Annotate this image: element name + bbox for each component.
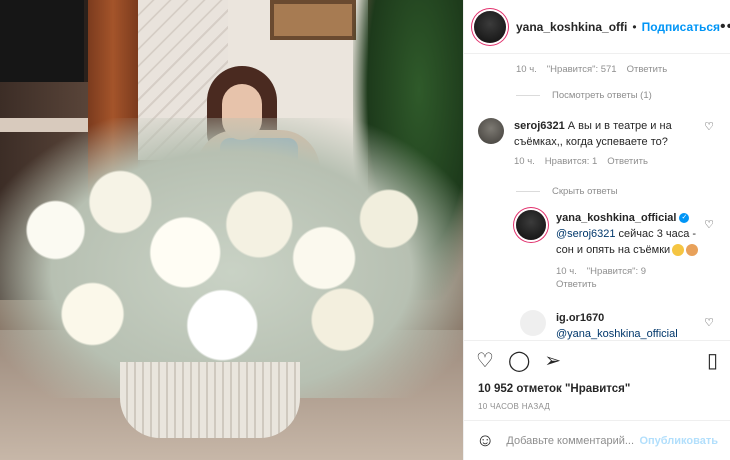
- add-comment-bar: ☺ Добавьте комментарий... Опубликовать: [464, 420, 730, 460]
- comment-time: 10 ч.: [516, 64, 537, 75]
- heart-icon[interactable]: ♡: [476, 351, 494, 371]
- view-replies-label: Посмотреть ответы (1): [552, 90, 652, 101]
- share-icon[interactable]: ➢: [544, 351, 561, 371]
- author-avatar[interactable]: [474, 10, 506, 43]
- reply-button[interactable]: Ответить: [556, 279, 597, 290]
- emoji-icon[interactable]: ☺: [476, 430, 494, 451]
- previous-comment-meta: 10 ч. "Нравится": 571 Ответить: [516, 64, 667, 75]
- comment-username[interactable]: ig.or1670: [556, 312, 604, 324]
- comment-like-heart-icon[interactable]: ♡: [704, 120, 714, 133]
- comment-igor: ig.or1670 @yana_koshkina_official ♡: [520, 310, 720, 340]
- photo-tv: [0, 0, 88, 82]
- comment-likes[interactable]: "Нравится": 571: [547, 64, 617, 75]
- reply-time: 10 ч.: [556, 266, 577, 277]
- photo-flower-bouquet: [0, 118, 463, 398]
- post-actions: ♡ ◯ ➢ ▯: [464, 340, 730, 380]
- view-replies-button[interactable]: Посмотреть ответы (1): [516, 90, 652, 101]
- flexed-bicep-emoji-icon: [686, 244, 699, 257]
- reply-author: yana_koshkina_official ✓ @seroj6321 сейча…: [516, 210, 720, 290]
- post-header: yana_koshkina_offi • Подписаться •••: [464, 0, 730, 54]
- post-timestamp[interactable]: 10 часов назад: [464, 398, 730, 420]
- verified-badge-icon: ✓: [679, 213, 690, 224]
- comment-mention[interactable]: @yana_koshkina_official: [556, 328, 678, 340]
- comment-time: 10 ч.: [514, 156, 535, 167]
- reply-body: yana_koshkina_official ✓ @seroj6321 сейча…: [556, 210, 700, 258]
- photo-picture-frame: [270, 0, 356, 40]
- author-username[interactable]: yana_koshkina_offi: [516, 20, 627, 34]
- reply-like-heart-icon[interactable]: ♡: [704, 218, 714, 231]
- comment-username[interactable]: seroj6321: [514, 120, 565, 132]
- reply-button[interactable]: Ответить: [627, 64, 668, 75]
- post-photo[interactable]: [0, 0, 463, 460]
- comment-likes[interactable]: Нравится: 1: [545, 156, 597, 167]
- likes-count[interactable]: 10 952 отметок "Нравится": [464, 380, 730, 398]
- comment-input[interactable]: Добавьте комментарий...: [506, 435, 639, 447]
- post-side-panel: yana_koshkina_offi • Подписаться ••• 10 …: [463, 0, 730, 460]
- instagram-post: yana_koshkina_offi • Подписаться ••• 10 …: [0, 0, 730, 460]
- reply-author-avatar[interactable]: [516, 210, 546, 240]
- reply-button[interactable]: Ответить: [607, 156, 648, 167]
- comment-meta: 10 ч. Нравится: 1 Ответить: [514, 156, 720, 167]
- reply-likes[interactable]: "Нравится": 9: [587, 266, 646, 277]
- comment-icon[interactable]: ◯: [508, 351, 530, 371]
- comment-like-heart-icon[interactable]: ♡: [704, 316, 714, 329]
- bookmark-icon[interactable]: ▯: [707, 351, 718, 371]
- reply-mention[interactable]: @seroj6321: [556, 228, 615, 240]
- comment-body: ig.or1670 @yana_koshkina_official: [556, 310, 720, 340]
- grin-emoji-icon: [672, 244, 685, 257]
- follow-button[interactable]: Подписаться: [642, 20, 720, 34]
- hide-replies-label: Скрыть ответы: [552, 186, 618, 197]
- commenter-avatar[interactable]: [478, 118, 504, 144]
- more-horizontal-icon[interactable]: •••: [720, 18, 730, 36]
- reply-username[interactable]: yana_koshkina_official: [556, 212, 676, 224]
- commenter-avatar-placeholder[interactable]: [520, 310, 546, 336]
- hide-replies-button[interactable]: Скрыть ответы: [516, 186, 618, 197]
- photo-basket: [120, 362, 300, 438]
- comment-seroj: seroj6321 А вы и в театре и на съёмках,, …: [478, 118, 720, 167]
- comments-thread: 10 ч. "Нравится": 571 Ответить Посмотрет…: [464, 54, 730, 340]
- header-separator: •: [632, 19, 637, 34]
- reply-meta: 10 ч. "Нравится": 9 Ответить: [556, 266, 656, 290]
- publish-button[interactable]: Опубликовать: [639, 435, 718, 447]
- comment-body: seroj6321 А вы и в театре и на съёмках,, …: [514, 118, 698, 150]
